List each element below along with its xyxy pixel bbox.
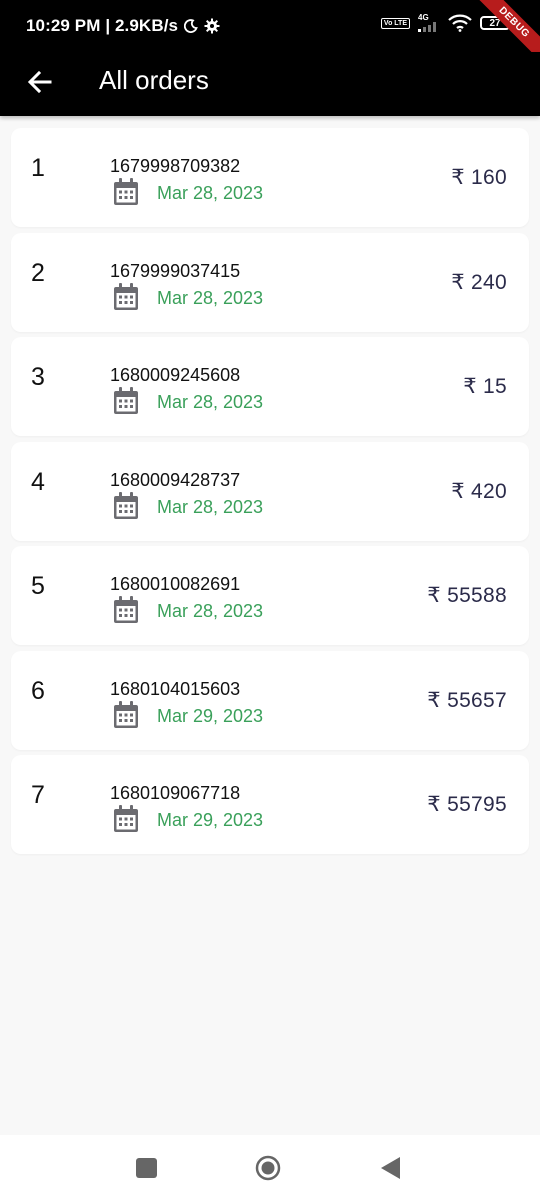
order-id: 1680109067718 <box>110 783 241 803</box>
network-type: 4G <box>418 13 429 22</box>
order-card[interactable]: 5 1680010082691 Mar 28, 2023 ₹ 55588 <box>11 546 529 645</box>
status-left: 10:29 PM | 2.9KB/s <box>26 16 220 36</box>
order-index: 1 <box>31 154 45 182</box>
order-id: 1679999037415 <box>110 260 241 281</box>
order-index: 3 <box>31 363 45 391</box>
order-amount: ₹ 15 <box>463 375 507 398</box>
status-bar: 10:29 PM | 2.9KB/s Vo LTE 4G 27 DEBUG <box>0 0 540 64</box>
order-card[interactable]: 1 1679998709382 Mar 28, 2023 ₹ 160 <box>11 128 529 227</box>
order-amount: ₹ 55657 <box>427 688 507 712</box>
order-amount: ₹ 55795 <box>427 793 507 816</box>
order-date: Mar 28, 2023 <box>157 183 264 203</box>
status-right: Vo LTE 4G 27 <box>380 14 510 32</box>
order-id: 1680104015603 <box>110 678 241 699</box>
order-amount: ₹ 420 <box>451 479 507 503</box>
order-card[interactable]: 2 1679999037415 Mar 28, 2023 ₹ 240 <box>11 232 529 332</box>
order-id: 1680009428737 <box>110 469 241 490</box>
wifi-icon <box>448 14 472 32</box>
gear-icon <box>204 18 220 34</box>
order-id: 1680009245608 <box>110 365 241 385</box>
order-amount: ₹ 55588 <box>427 584 507 607</box>
network-indicator: 4G <box>418 14 440 32</box>
orders-list: 1 1679998709382 Mar 28, 2023 ₹ 160 2 167… <box>11 128 529 860</box>
order-amount: ₹ 160 <box>451 166 507 189</box>
calendar-icon <box>114 282 138 310</box>
order-index: 2 <box>31 258 45 287</box>
order-card[interactable]: 4 1680009428737 Mar 28, 2023 ₹ 420 <box>11 441 529 541</box>
signal-icon <box>418 22 436 32</box>
order-index: 6 <box>31 676 45 705</box>
calendar-icon <box>114 596 138 623</box>
back-button[interactable] <box>24 66 56 98</box>
order-id: 1680010082691 <box>110 574 241 594</box>
system-nav-bar <box>0 1135 540 1200</box>
order-index: 4 <box>31 467 45 496</box>
order-id: 1679998709382 <box>110 156 241 176</box>
volte-badge: Vo LTE <box>380 17 410 29</box>
page-title: All orders <box>99 65 209 95</box>
order-date: Mar 29, 2023 <box>157 705 264 726</box>
order-card[interactable]: 7 1680109067718 Mar 29, 2023 ₹ 55795 <box>11 755 529 854</box>
order-date: Mar 28, 2023 <box>157 496 264 517</box>
calendar-icon <box>114 178 138 205</box>
order-date: Mar 28, 2023 <box>157 392 264 412</box>
order-card[interactable]: 3 1680009245608 Mar 28, 2023 ₹ 15 <box>11 337 529 436</box>
home-button[interactable] <box>255 1155 281 1181</box>
order-date: Mar 28, 2023 <box>157 287 264 308</box>
order-amount: ₹ 240 <box>451 270 507 294</box>
calendar-icon <box>114 387 138 414</box>
calendar-icon <box>114 805 138 832</box>
calendar-icon <box>114 700 138 728</box>
recent-apps-button[interactable] <box>136 1158 157 1178</box>
status-time-speed: 10:29 PM | 2.9KB/s <box>26 16 179 35</box>
calendar-icon <box>114 491 138 519</box>
app-bar: All orders <box>0 52 540 116</box>
system-back-button[interactable] <box>379 1156 401 1180</box>
order-date: Mar 28, 2023 <box>157 601 264 621</box>
moon-icon <box>184 19 198 33</box>
arrow-left-icon <box>27 70 52 94</box>
order-card[interactable]: 6 1680104015603 Mar 29, 2023 ₹ 55657 <box>11 650 529 750</box>
order-index: 7 <box>31 781 45 809</box>
order-index: 5 <box>31 572 45 600</box>
order-date: Mar 29, 2023 <box>157 810 264 830</box>
